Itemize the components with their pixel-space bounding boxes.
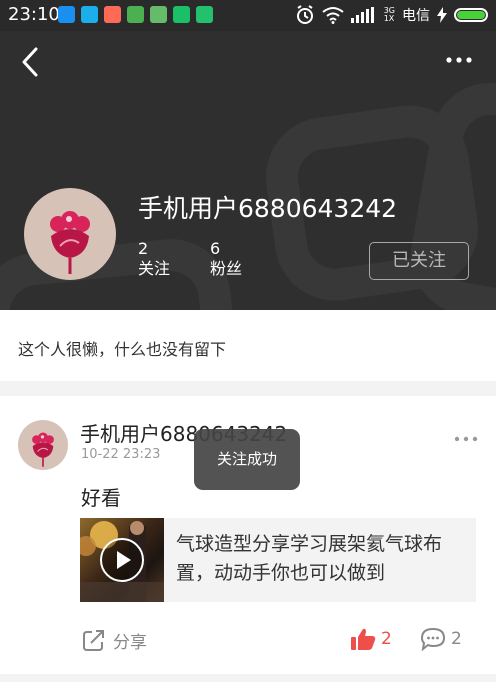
more-options-button[interactable] xyxy=(446,55,472,65)
flower-avatar-icon xyxy=(32,432,54,467)
post-timestamp: 10-22 23:23 xyxy=(81,447,161,462)
like-button[interactable]: 2 xyxy=(350,625,392,653)
notification-app-icon xyxy=(58,6,75,23)
status-right-group: 3G 1X 电信 xyxy=(295,4,488,26)
video-thumbnail xyxy=(80,518,164,602)
followers-stat[interactable]: 6 粉丝 xyxy=(210,239,242,279)
notification-app-icon xyxy=(173,6,190,23)
alarm-icon xyxy=(296,5,313,24)
following-stat[interactable]: 2 关注 xyxy=(138,239,170,279)
notification-app-icon xyxy=(104,6,121,23)
following-count: 2 xyxy=(138,239,149,258)
follow-button[interactable]: 已关注 xyxy=(369,242,469,280)
following-label: 关注 xyxy=(138,259,171,278)
post-author-avatar[interactable] xyxy=(18,420,68,470)
play-icon[interactable] xyxy=(99,537,145,583)
comment-button[interactable]: 2 xyxy=(420,625,462,653)
followers-count: 6 xyxy=(210,239,221,258)
share-button[interactable]: 分享 xyxy=(82,626,147,654)
back-button[interactable] xyxy=(14,45,48,79)
comment-icon xyxy=(420,627,446,651)
carrier-name: 电信 xyxy=(402,8,430,24)
signal-icon xyxy=(350,7,374,23)
bio-section: 这个人很懒，什么也没有留下 xyxy=(0,310,496,381)
bio-text: 这个人很懒，什么也没有留下 xyxy=(18,340,227,359)
notification-app-icon xyxy=(196,6,213,23)
shared-link-title: 气球造型分享学习展架氦气球布置，动动手你也可以做到 xyxy=(176,533,443,584)
profile-avatar[interactable] xyxy=(24,188,116,280)
toast-message: 关注成功 xyxy=(194,429,300,490)
share-label: 分享 xyxy=(113,632,147,653)
notification-app-icon xyxy=(81,6,98,23)
shared-link-card[interactable]: 气球造型分享学习展架氦气球布置，动动手你也可以做到 xyxy=(80,518,476,602)
followers-label: 粉丝 xyxy=(210,259,243,278)
battery-icon xyxy=(454,8,488,22)
like-count: 2 xyxy=(381,629,392,649)
network-type-bottom: 1X xyxy=(383,14,395,23)
battery-level xyxy=(457,11,485,19)
post-text: 好看 xyxy=(81,486,121,510)
thumbs-up-icon xyxy=(351,628,376,650)
share-icon xyxy=(83,630,104,651)
wifi-icon xyxy=(322,7,344,24)
profile-name: 手机用户6880643242 xyxy=(138,194,398,223)
notification-app-icon xyxy=(150,6,167,23)
status-bar: 23:10 3G 1X 电信 xyxy=(0,0,496,31)
profile-header: 手机用户6880643242 2 关注 6 粉丝 已关注 xyxy=(0,31,496,310)
charging-icon xyxy=(437,7,447,23)
flower-avatar-icon xyxy=(50,211,90,274)
network-type: 3G 1X xyxy=(384,7,395,23)
status-time: 23:10 xyxy=(8,4,60,25)
comment-count: 2 xyxy=(451,629,462,649)
post-more-icon[interactable] xyxy=(454,436,478,442)
notification-app-icon xyxy=(127,6,144,23)
